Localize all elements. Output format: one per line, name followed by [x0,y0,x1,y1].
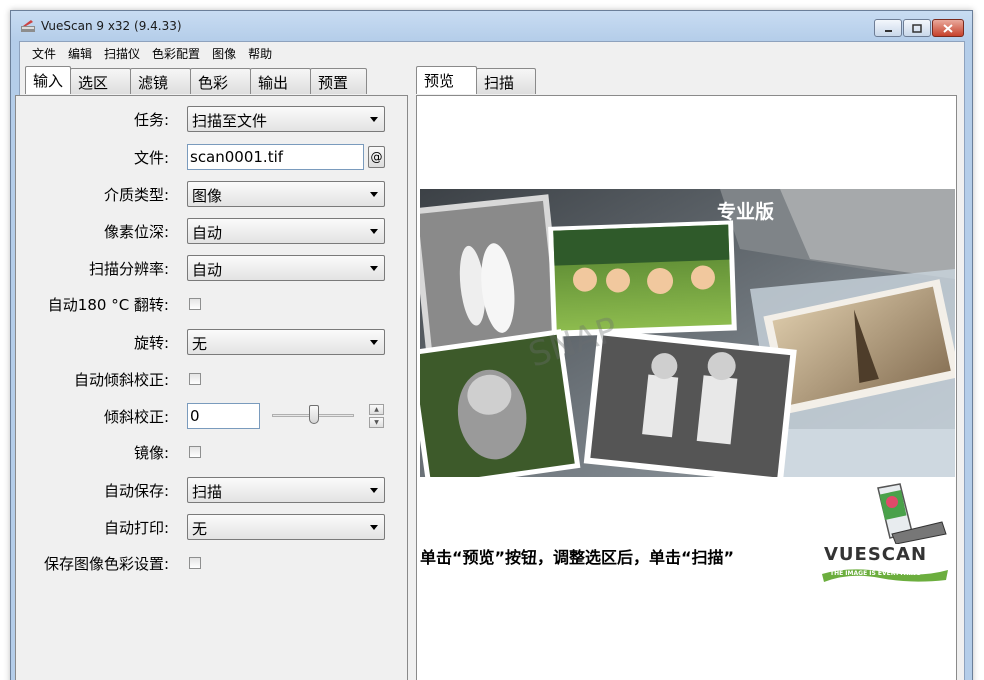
title-bar[interactable]: VueScan 9 x32 (9.4.33) [11,11,972,41]
vuescan-logo: VUESCAN THE IMAGE IS EVERYTHING [820,482,950,592]
dropdown-arrow-icon [370,192,378,197]
media-type-value: 图像 [192,187,223,205]
dropdown-arrow-icon [370,117,378,122]
deskew-label: 倾斜校正: [103,408,169,426]
tab-preview[interactable]: 预览 [416,66,477,94]
file-label: 文件: [133,149,169,167]
auto-save-select[interactable]: 扫描 [187,477,385,503]
menu-color-profile[interactable]: 色彩配置 [146,42,206,62]
deskew-spinner[interactable]: ▲ ▼ [369,404,384,428]
dropdown-arrow-icon [370,266,378,271]
resolution-select[interactable]: 自动 [187,255,385,281]
menu-bar: 文件 编辑 扫描仪 色彩配置 图像 帮助 [20,42,964,62]
auto-rotate-checkbox[interactable] [189,298,201,310]
rotate-label: 旋转: [133,334,169,352]
deskew-row: 倾斜校正: 0 ▲ ▼ [16,403,396,429]
tab-input[interactable]: 输入 [25,66,72,94]
minimize-icon [884,29,892,32]
media-type-label: 介质类型: [103,186,169,204]
auto-deskew-label: 自动倾斜校正: [73,371,169,389]
rotate-select[interactable]: 无 [187,329,385,355]
dropdown-arrow-icon [370,525,378,530]
mirror-row: 镜像: [16,439,396,465]
dropdown-arrow-icon [370,229,378,234]
mirror-checkbox[interactable] [189,446,201,458]
preview-panel: SNAP 专业版 单击“预览”按钮，调整选区后，单击“扫描” VUESCAN T… [416,95,957,680]
resolution-label: 扫描分辨率: [88,260,169,278]
logo-wordmark: VUESCAN [824,544,928,565]
right-tab-strip: 预览 扫描 [416,66,536,94]
auto-print-row: 自动打印: 无 [16,514,396,540]
resolution-value: 自动 [192,261,223,279]
auto-print-value: 无 [192,520,208,538]
tab-crop[interactable]: 选区 [70,68,132,94]
resolution-row: 扫描分辨率: 自动 [16,255,396,281]
file-row: 文件: scan0001.tif @ [16,144,396,170]
file-name-input[interactable]: scan0001.tif [187,144,364,170]
deskew-input[interactable]: 0 [187,403,260,429]
media-type-row: 介质类型: 图像 [16,181,396,207]
task-value: 扫描至文件 [192,112,268,130]
mirror-label: 镜像: [133,444,169,462]
auto-rotate-label: 自动180 °C 翻转: [47,296,169,314]
left-tab-strip: 输入 选区 滤镜 色彩 输出 预置 [25,66,368,94]
minimize-button[interactable] [874,19,902,37]
tab-color[interactable]: 色彩 [190,68,252,94]
menu-scanner[interactable]: 扫描仪 [98,42,146,62]
bit-depth-row: 像素位深: 自动 [16,218,396,244]
rotate-value: 无 [192,335,208,353]
logo-tagline: THE IMAGE IS EVERYTHING [830,570,921,577]
bit-depth-value: 自动 [192,224,223,242]
save-color-label: 保存图像色彩设置: [43,555,169,573]
close-icon [943,23,953,33]
auto-deskew-row: 自动倾斜校正: [16,366,396,392]
dropdown-arrow-icon [370,340,378,345]
task-select[interactable]: 扫描至文件 [187,106,385,132]
file-name-at-button[interactable]: @ [368,146,385,168]
menu-file[interactable]: 文件 [26,42,62,62]
restore-button[interactable] [903,19,931,37]
spin-up-icon[interactable]: ▲ [369,404,384,415]
bit-depth-label: 像素位深: [103,223,169,241]
splash-collage-image: SNAP [420,189,955,477]
vuescan-app-icon [21,20,35,32]
auto-rotate-row: 自动180 °C 翻转: [16,291,396,317]
window-title: VueScan 9 x32 (9.4.33) [41,19,182,33]
edition-label: 专业版 [717,201,775,223]
task-label: 任务: [133,111,169,129]
dropdown-arrow-icon [370,488,378,493]
tab-scan[interactable]: 扫描 [476,68,536,94]
close-button[interactable] [932,19,964,37]
input-settings-panel: 任务: 扫描至文件 文件: scan0001.tif @ 介质类型: 图像 像素… [15,95,408,680]
tab-output[interactable]: 输出 [250,68,312,94]
auto-print-label: 自动打印: [103,519,169,537]
auto-save-row: 自动保存: 扫描 [16,477,396,503]
menu-help[interactable]: 帮助 [242,42,278,62]
save-color-row: 保存图像色彩设置: [16,550,396,576]
restore-icon [912,23,922,33]
media-type-select[interactable]: 图像 [187,181,385,207]
task-row: 任务: 扫描至文件 [16,106,396,132]
auto-print-select[interactable]: 无 [187,514,385,540]
tab-prefs[interactable]: 预置 [310,68,368,94]
save-color-checkbox[interactable] [189,557,201,569]
menu-edit[interactable]: 编辑 [62,42,98,62]
rotate-row: 旋转: 无 [16,329,396,355]
tab-filter[interactable]: 滤镜 [130,68,192,94]
menu-image[interactable]: 图像 [206,42,242,62]
spin-down-icon[interactable]: ▼ [369,417,384,428]
scanner-logo-icon [877,483,947,545]
auto-save-label: 自动保存: [103,482,169,500]
auto-save-value: 扫描 [192,483,223,501]
deskew-slider-thumb[interactable] [309,405,319,424]
bit-depth-select[interactable]: 自动 [187,218,385,244]
auto-deskew-checkbox[interactable] [189,373,201,385]
preview-hint-text: 单击“预览”按钮，调整选区后，单击“扫描” [420,548,735,567]
